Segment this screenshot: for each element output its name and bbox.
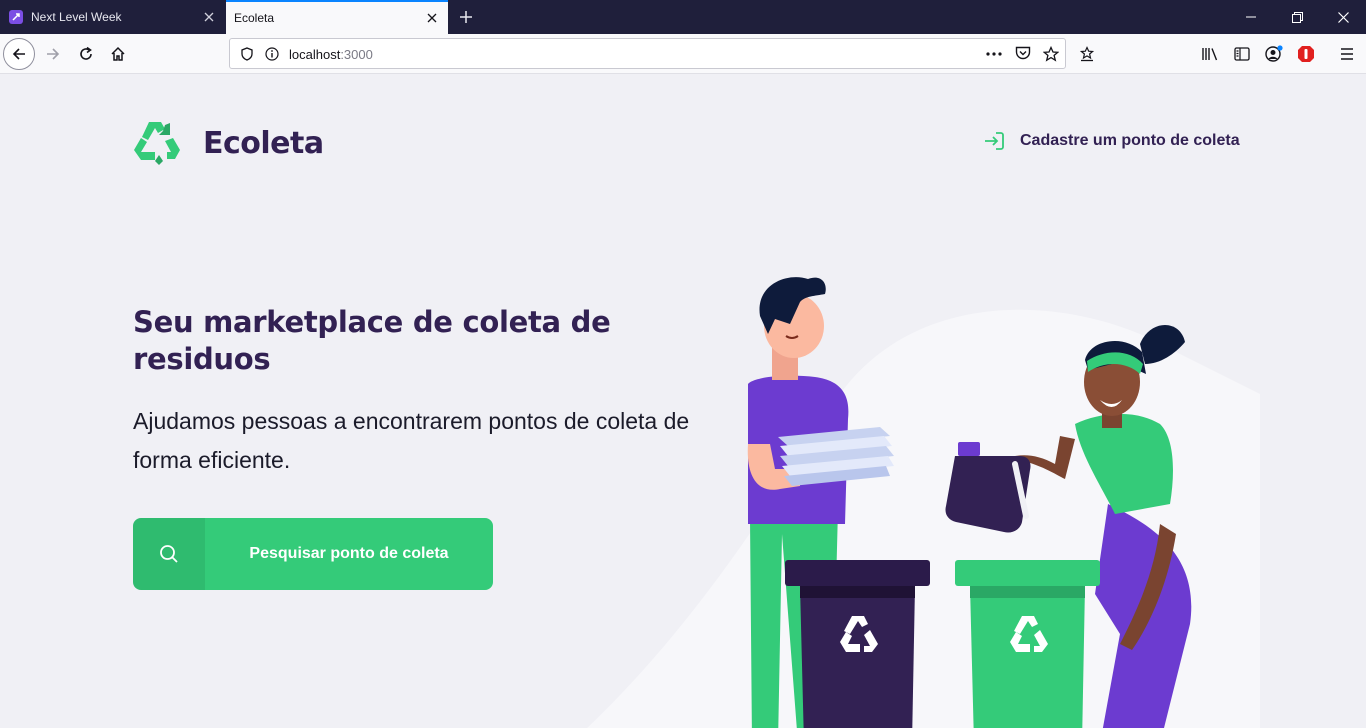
search-button-label: Pesquisar ponto de coleta [249, 545, 449, 562]
browser-toolbar: localhost:3000 [0, 34, 1366, 74]
account-icon[interactable] [1258, 38, 1290, 70]
search-collection-point-button[interactable]: Pesquisar ponto de coleta [133, 518, 493, 590]
more-actions-icon[interactable] [980, 39, 1008, 68]
back-button[interactable] [3, 38, 35, 70]
reload-button[interactable] [70, 38, 102, 70]
url-host: localhost [289, 47, 341, 62]
folded-clothes [778, 427, 894, 486]
log-in-icon [985, 132, 1004, 150]
url-port: :3000 [340, 47, 373, 62]
recycle-logo-icon [134, 122, 180, 165]
close-window-button[interactable] [1320, 0, 1366, 34]
browser-tab-strip: Next Level Week Ecoleta [0, 0, 1366, 34]
new-tab-button[interactable] [455, 7, 477, 27]
forward-button[interactable] [37, 38, 69, 70]
sidebar-icon[interactable] [1226, 38, 1258, 70]
green-recycling-bin [955, 560, 1100, 728]
address-bar[interactable]: localhost:3000 [229, 38, 1066, 69]
brand-name: Ecoleta [203, 125, 324, 161]
close-icon[interactable] [199, 7, 219, 27]
restore-button[interactable] [1274, 0, 1320, 34]
rocket-icon [9, 10, 23, 24]
bookmark-star-icon[interactable] [1037, 39, 1065, 68]
tab-title: Ecoleta [234, 11, 275, 25]
menu-icon[interactable] [1331, 38, 1363, 70]
tab-title: Next Level Week [31, 10, 122, 24]
pocket-icon[interactable] [1009, 39, 1037, 68]
url-text: localhost:3000 [289, 47, 373, 62]
tab-ecoleta[interactable]: Ecoleta [226, 0, 448, 34]
library-icon[interactable] [1194, 38, 1226, 70]
home-button[interactable] [102, 38, 134, 70]
adblock-extension-icon[interactable] [1290, 38, 1322, 70]
register-point-label: Cadastre um ponto de coleta [1020, 132, 1240, 149]
info-icon[interactable] [258, 39, 286, 68]
reading-list-icon[interactable] [1071, 38, 1103, 70]
tab-next-level-week[interactable]: Next Level Week [0, 0, 225, 34]
minimize-button[interactable] [1228, 0, 1274, 34]
recycling-illustration [587, 277, 1260, 728]
register-point-link[interactable]: Cadastre um ponto de coleta [984, 132, 1240, 150]
page-content: Ecoleta Cadastre um ponto de coleta Seu … [0, 74, 1366, 728]
shield-icon[interactable] [233, 39, 261, 68]
dark-recycling-bin [785, 560, 930, 728]
logo: Ecoleta [133, 120, 324, 166]
search-icon [133, 518, 205, 590]
close-icon[interactable] [422, 8, 442, 28]
